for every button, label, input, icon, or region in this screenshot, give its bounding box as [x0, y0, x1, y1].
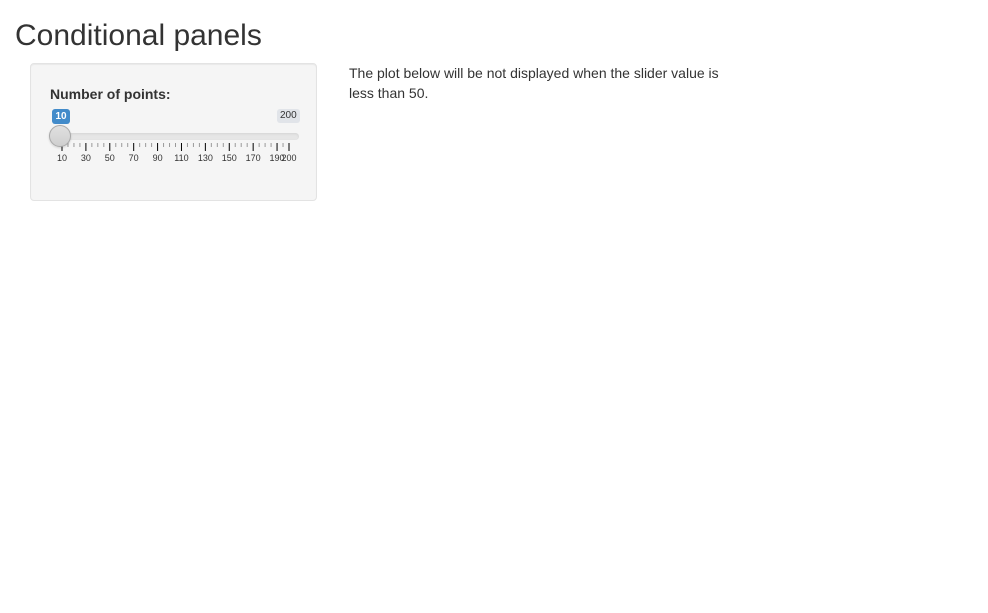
tick-label: 170 [245, 153, 261, 163]
tick-label: 30 [80, 153, 91, 163]
page-title: Conditional panels [15, 19, 262, 52]
tick-label: 110 [174, 153, 189, 163]
points-slider[interactable]: 200 10 30 50 70 90 110 130 150 170 190 200 10 [31, 64, 318, 202]
tick-label: 70 [128, 153, 139, 163]
tick-label: 10 [56, 153, 68, 163]
slider-ticks [61, 143, 290, 151]
slider-value-badge: 10 [52, 109, 70, 124]
help-text: The plot below will be not displayed whe… [349, 65, 719, 101]
tick-label: 130 [197, 153, 213, 163]
tick-label: 50 [104, 153, 115, 163]
sidebar-panel: Number of points: 200 10 30 50 70 90 110 130 15… [30, 63, 317, 201]
slider-handle[interactable] [49, 125, 71, 147]
tick-label: 150 [221, 153, 237, 163]
tick-label: 200 [281, 153, 297, 163]
tick-label: 90 [152, 153, 163, 163]
